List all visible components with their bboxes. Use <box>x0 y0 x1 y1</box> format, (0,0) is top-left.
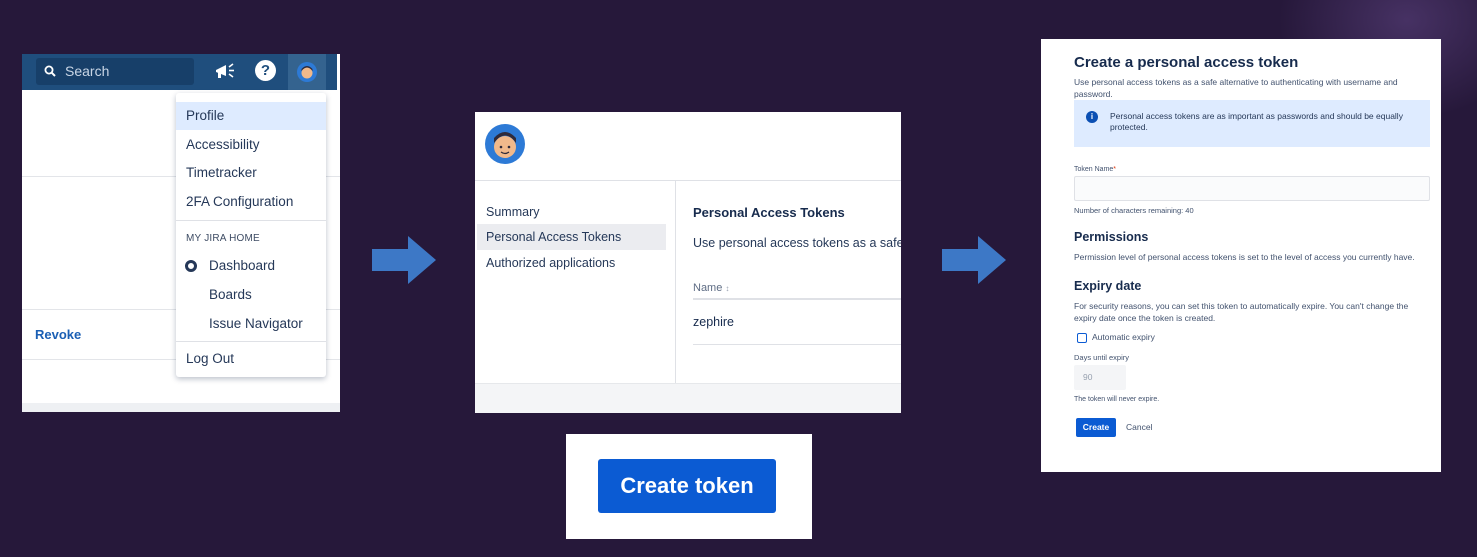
intro-text-line1: Use personal access tokens as a safe alt… <box>1074 77 1398 87</box>
info-message: Personal access tokens are as important … <box>1110 111 1403 132</box>
never-expire-note: The token will never expire. <box>1074 396 1160 403</box>
divider <box>675 181 676 383</box>
info-icon: i <box>1086 111 1098 123</box>
create-button[interactable]: Create <box>1076 418 1116 437</box>
token-name-label: Token Name* <box>1074 164 1116 175</box>
table-header-divider <box>693 298 901 300</box>
required-marker: * <box>1113 166 1117 173</box>
avatar-button[interactable] <box>288 54 326 90</box>
expiry-heading: Expiry date <box>1074 279 1142 293</box>
menu-section-heading: MY JIRA HOME <box>186 233 260 244</box>
avatar <box>485 124 525 164</box>
search-icon <box>44 65 56 77</box>
info-banner: i Personal access tokens are as importan… <box>1074 100 1430 147</box>
column-label: Name <box>693 282 723 294</box>
table-header-name[interactable]: Name ↕ <box>693 282 729 294</box>
table-row-divider <box>693 344 901 345</box>
menu-item-timetracker[interactable]: Timetracker <box>176 159 326 187</box>
chars-remaining: Number of characters remaining: 40 <box>1074 206 1194 215</box>
megaphone-icon[interactable] <box>214 61 236 81</box>
menu-item-issue-navigator[interactable]: Issue Navigator <box>176 310 326 338</box>
search-input[interactable]: Search <box>36 58 194 85</box>
intro-text-line2: password. <box>1074 89 1113 99</box>
section-title: Personal Access Tokens <box>693 205 845 220</box>
nav-authorized-applications[interactable]: Authorized applications <box>477 250 666 276</box>
days-until-expiry-label: Days until expiry <box>1074 353 1130 362</box>
menu-item-dashboard-label: Dashboard <box>209 258 276 273</box>
personal-access-tokens-screenshot: Summary Personal Access Tokens Authorize… <box>475 112 901 413</box>
token-name-label-text: Token Name <box>1074 166 1114 173</box>
create-token-form-screenshot: Create a personal access token Use perso… <box>1041 39 1441 472</box>
permissions-heading: Permissions <box>1074 230 1149 244</box>
sort-icon: ↕ <box>725 284 730 293</box>
table-row: zephire <box>693 315 734 329</box>
menu-item-log-out[interactable]: Log Out <box>176 345 326 373</box>
nav-personal-access-tokens[interactable]: Personal Access Tokens <box>477 224 666 250</box>
automatic-expiry-checkbox[interactable] <box>1077 333 1087 343</box>
menu-divider <box>176 220 326 221</box>
menu-item-boards[interactable]: Boards <box>176 281 326 309</box>
menu-divider <box>176 341 326 342</box>
permissions-text: Permission level of personal access toke… <box>1074 252 1415 262</box>
menu-item-2fa-configuration[interactable]: 2FA Configuration <box>176 188 326 216</box>
section-description: Use personal access tokens as a safe al <box>693 236 901 250</box>
page-footer-strip <box>22 403 340 412</box>
page-footer <box>475 383 901 413</box>
create-token-tile: Create token <box>566 434 812 539</box>
create-token-button[interactable]: Create token <box>598 459 776 513</box>
expiry-text-line1: For security reasons, you can set this t… <box>1074 301 1409 311</box>
expiry-text-line2: expiry date once the token is created. <box>1074 313 1216 323</box>
arrow-right-icon <box>372 236 436 284</box>
cancel-button[interactable]: Cancel <box>1126 422 1152 432</box>
help-icon[interactable]: ? <box>255 60 276 81</box>
search-placeholder: Search <box>65 63 110 79</box>
profile-dropdown-menu: Profile Accessibility Timetracker 2FA Co… <box>176 93 326 377</box>
nav-summary[interactable]: Summary <box>477 199 666 225</box>
menu-item-profile[interactable]: Profile <box>176 102 326 130</box>
radio-selected-icon <box>185 260 197 272</box>
arrow-right-icon <box>942 236 1006 284</box>
jira-header-bar: Search ? <box>22 54 337 90</box>
menu-item-dashboard[interactable]: Dashboard <box>176 252 326 280</box>
divider <box>475 180 901 181</box>
automatic-expiry-label: Automatic expiry <box>1092 332 1155 342</box>
menu-item-accessibility[interactable]: Accessibility <box>176 131 326 159</box>
revoke-link[interactable]: Revoke <box>35 327 81 342</box>
days-until-expiry-input[interactable]: 90 <box>1074 365 1126 390</box>
form-title: Create a personal access token <box>1074 54 1299 71</box>
avatar <box>297 62 317 82</box>
token-name-input[interactable] <box>1074 176 1430 201</box>
